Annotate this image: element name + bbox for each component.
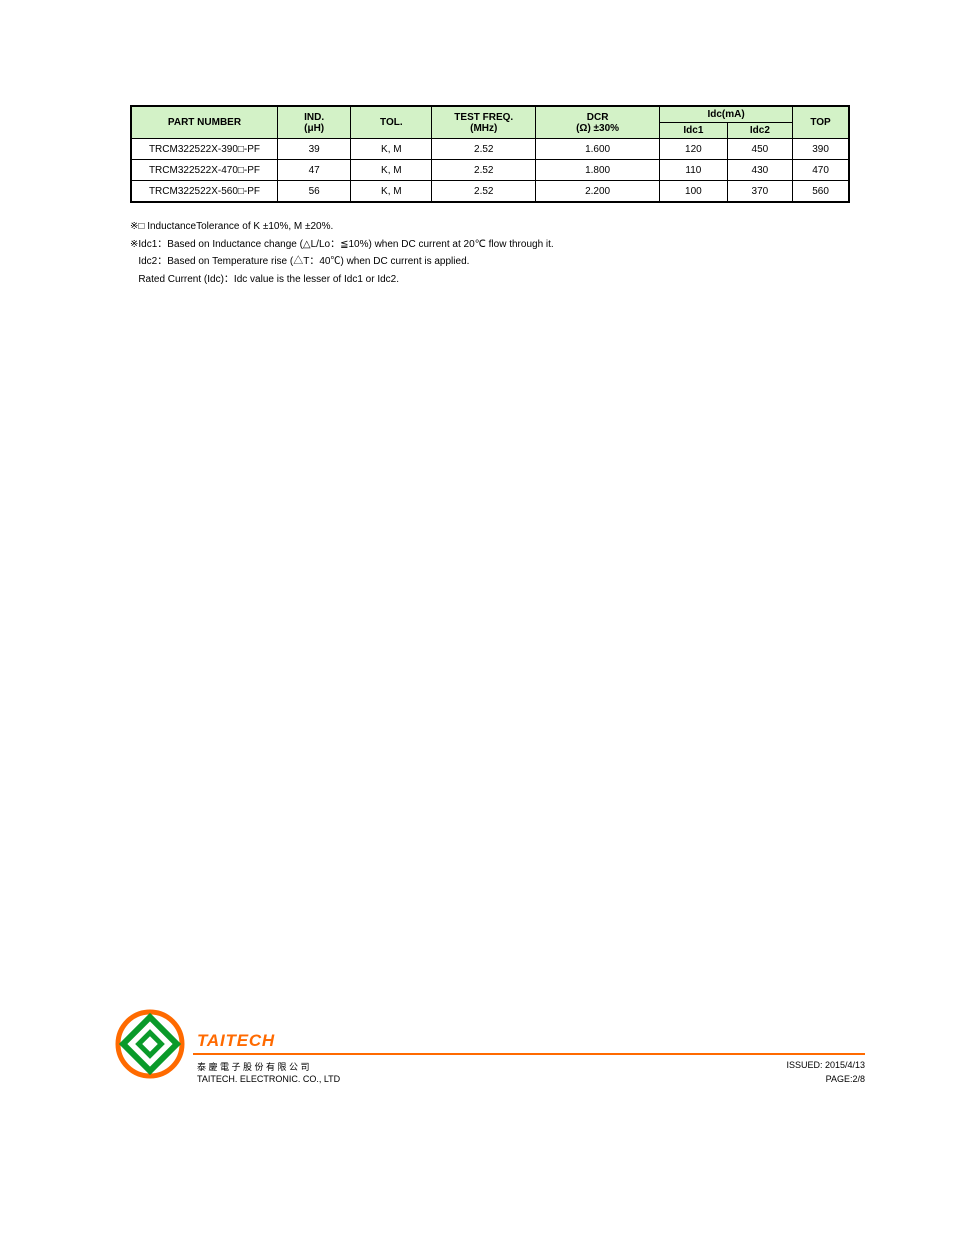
- page-number: PAGE:2/8: [826, 1074, 865, 1084]
- spec-table: PART NUMBER IND. (μH) TOL. TEST FREQ. (M…: [130, 105, 850, 203]
- th-inductance: IND. (μH): [278, 106, 351, 139]
- notes-block: ※□ InductanceTolerance of K ±10%, M ±20%…: [130, 218, 850, 288]
- cell-top: 560: [793, 181, 849, 203]
- cell-top: 470: [793, 160, 849, 181]
- th-part-number: PART NUMBER: [131, 106, 278, 139]
- th-tolerance: TOL.: [351, 106, 432, 139]
- cell-tol: K, M: [351, 160, 432, 181]
- cell-ind: 47: [278, 160, 351, 181]
- th-inductance-line2: (μH): [304, 123, 324, 134]
- logo-icon: [115, 1009, 185, 1079]
- th-dcr: DCR (Ω) ±30%: [536, 106, 660, 139]
- company-name-tw: 泰 慶 電 子 股 份 有 限 公 司: [197, 1060, 310, 1073]
- cell-freq: 2.52: [432, 181, 536, 203]
- cell-dcr: 1.800: [536, 160, 660, 181]
- note-line-1: ※□ InductanceTolerance of K ±10%, M ±20%…: [130, 218, 850, 236]
- cell-tol: K, M: [351, 139, 432, 160]
- cell-dcr: 2.200: [536, 181, 660, 203]
- table-row: TRCM322522X-470□-PF 47 K, M 2.52 1.800 1…: [131, 160, 849, 181]
- th-test-freq-line1: TEST FREQ.: [454, 112, 513, 123]
- cell-idc1: 120: [660, 139, 728, 160]
- table-row: TRCM322522X-560□-PF 56 K, M 2.52 2.200 1…: [131, 181, 849, 203]
- cell-idc2: 450: [727, 139, 792, 160]
- footer-divider: [193, 1053, 865, 1055]
- brand-logo: [115, 1009, 185, 1079]
- cell-part: TRCM322522X-390□-PF: [131, 139, 278, 160]
- th-test-freq: TEST FREQ. (MHz): [432, 106, 536, 139]
- cell-tol: K, M: [351, 181, 432, 203]
- company-name-en: TAITECH. ELECTRONIC. CO., LTD: [197, 1074, 340, 1084]
- th-idc2: Idc2: [727, 123, 792, 139]
- th-idc-group: Idc(mA): [660, 106, 793, 123]
- th-dcr-line1: DCR: [587, 112, 609, 123]
- cell-ind: 39: [278, 139, 351, 160]
- cell-top: 390: [793, 139, 849, 160]
- note-line-2: ※Idc1：Based on Inductance change (△L/Lo：…: [130, 236, 850, 254]
- th-idc1: Idc1: [660, 123, 728, 139]
- cell-idc2: 430: [727, 160, 792, 181]
- brand-name: TAITECH: [197, 1031, 275, 1051]
- th-dcr-line2: (Ω) ±30%: [576, 123, 619, 134]
- cell-ind: 56: [278, 181, 351, 203]
- issued-date: ISSUED: 2015/4/13: [786, 1060, 865, 1070]
- cell-idc2: 370: [727, 181, 792, 203]
- cell-freq: 2.52: [432, 160, 536, 181]
- cell-freq: 2.52: [432, 139, 536, 160]
- note-line-3: Idc2：Based on Temperature rise (△T：40℃) …: [130, 253, 850, 271]
- cell-idc1: 100: [660, 181, 728, 203]
- note-line-4: Rated Current (Idc)：Idc value is the les…: [130, 271, 850, 289]
- th-inductance-line1: IND.: [304, 112, 324, 123]
- th-test-freq-line2: (MHz): [470, 123, 497, 134]
- cell-dcr: 1.600: [536, 139, 660, 160]
- cell-part: TRCM322522X-470□-PF: [131, 160, 278, 181]
- table-row: TRCM322522X-390□-PF 39 K, M 2.52 1.600 1…: [131, 139, 849, 160]
- cell-idc1: 110: [660, 160, 728, 181]
- cell-part: TRCM322522X-560□-PF: [131, 181, 278, 203]
- th-top: TOP: [793, 106, 849, 139]
